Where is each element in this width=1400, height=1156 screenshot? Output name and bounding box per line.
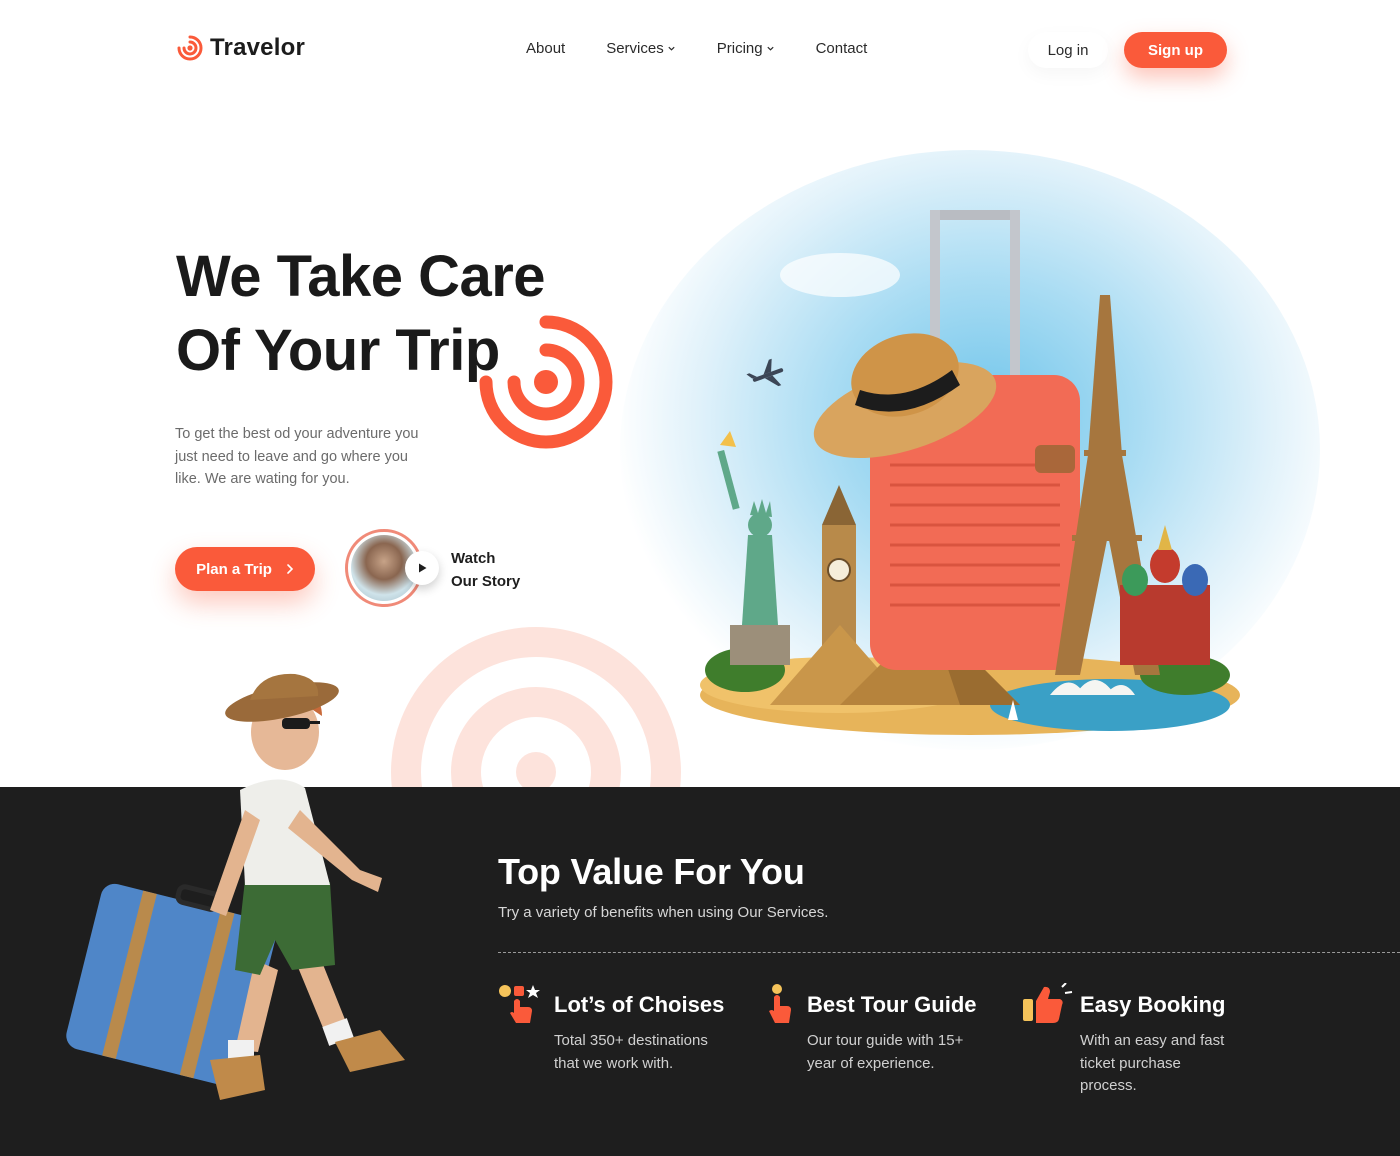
watch-story-link[interactable]: Watch Our Story [451,547,520,593]
main-nav: About Services Pricing Contact [526,40,867,57]
target-icon [479,315,613,449]
play-icon [419,563,427,573]
nav-pricing-label: Pricing [716,40,763,57]
play-button[interactable] [405,551,439,585]
logo-text: Travelor [210,34,305,61]
hero-title-line1: We Take Care [176,244,546,309]
plan-trip-label: Plan a Trip [196,560,272,578]
values-subtitle: Try a variety of benefits when using Our… [498,904,829,921]
nav-about[interactable]: About [526,40,565,57]
logo-target-icon [177,35,203,61]
plan-trip-button[interactable]: Plan a Trip [175,547,315,591]
dashed-divider [498,952,1400,953]
logo[interactable]: Travelor [176,34,305,62]
thumbs-up-icon [1023,983,1073,1023]
nav-contact[interactable]: Contact [816,40,868,57]
shapes-hand-icon [499,985,540,1023]
nav-services[interactable]: Services [606,40,676,57]
login-button[interactable]: Log in [1028,32,1108,68]
hero-subtitle: To get the best od your adventure you ju… [175,426,419,487]
chevron-right-icon [287,564,294,574]
nav-services-label: Services [606,40,664,57]
story-label-line1: Watch [451,550,496,567]
chevron-down-icon [766,46,774,51]
nav-about-label: About [526,40,566,57]
feature-choices-title: Lot’s of Choises [554,992,725,1017]
nav-contact-label: Contact [815,40,868,57]
values-title: Top Value For You [498,851,805,892]
feature-easy-booking-desc: With an easy and fast ticket purchase pr… [1080,1032,1225,1094]
statue-of-liberty [717,431,790,665]
pointer-hand-icon [769,984,791,1023]
feature-choices-desc: Total 350+ destinations that we work wit… [554,1032,708,1072]
travel-landmarks-illustration [700,210,1240,735]
chevron-down-icon [668,46,675,51]
feature-tour-guide-title: Best Tour Guide [807,992,977,1017]
nav-pricing[interactable]: Pricing [717,40,775,57]
story-label-line2: Our Story [451,573,521,590]
feature-tour-guide-desc: Our tour guide with 15+ year of experien… [807,1032,964,1072]
traveler-character-illustration [66,673,405,1100]
feature-easy-booking-title: Easy Booking [1080,992,1226,1017]
airplane-icon [746,358,784,387]
signup-button[interactable]: Sign up [1124,32,1227,68]
